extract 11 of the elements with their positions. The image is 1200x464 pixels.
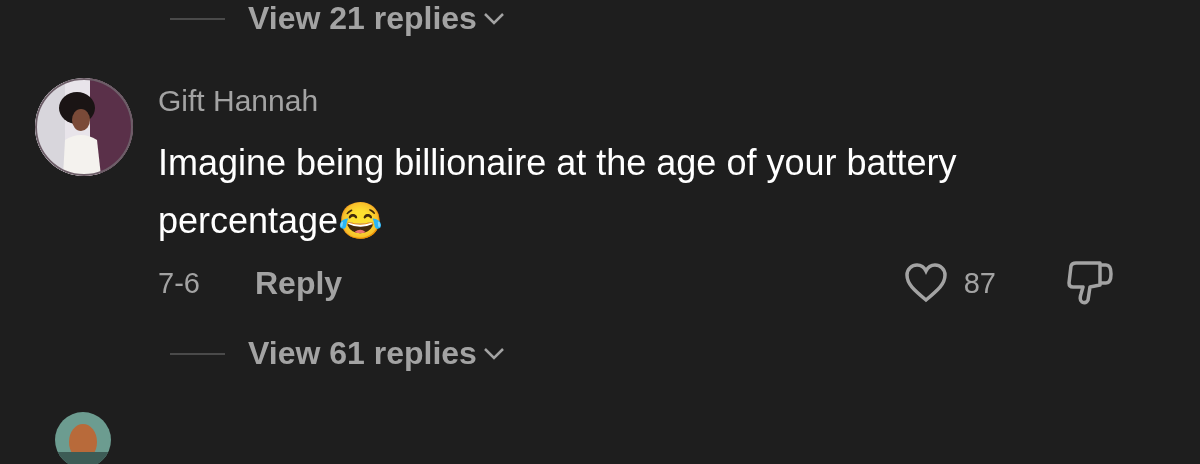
comment-date: 7-6	[158, 266, 201, 300]
comment-text: Imagine being billionaire at the age of your battery percentage😂	[158, 141, 958, 243]
like-button[interactable]: 87	[903, 263, 996, 303]
view-replies-button[interactable]: View 21 replies	[248, 0, 505, 37]
reply-button[interactable]: Reply	[255, 264, 343, 302]
view-replies-button[interactable]: View 61 replies	[248, 335, 505, 372]
dislike-icon[interactable]	[1066, 260, 1114, 306]
author-name[interactable]: Gift Hannah	[158, 81, 319, 121]
chevron-down-icon	[482, 11, 505, 26]
heart-icon	[903, 263, 948, 303]
chevron-down-icon	[482, 346, 505, 361]
